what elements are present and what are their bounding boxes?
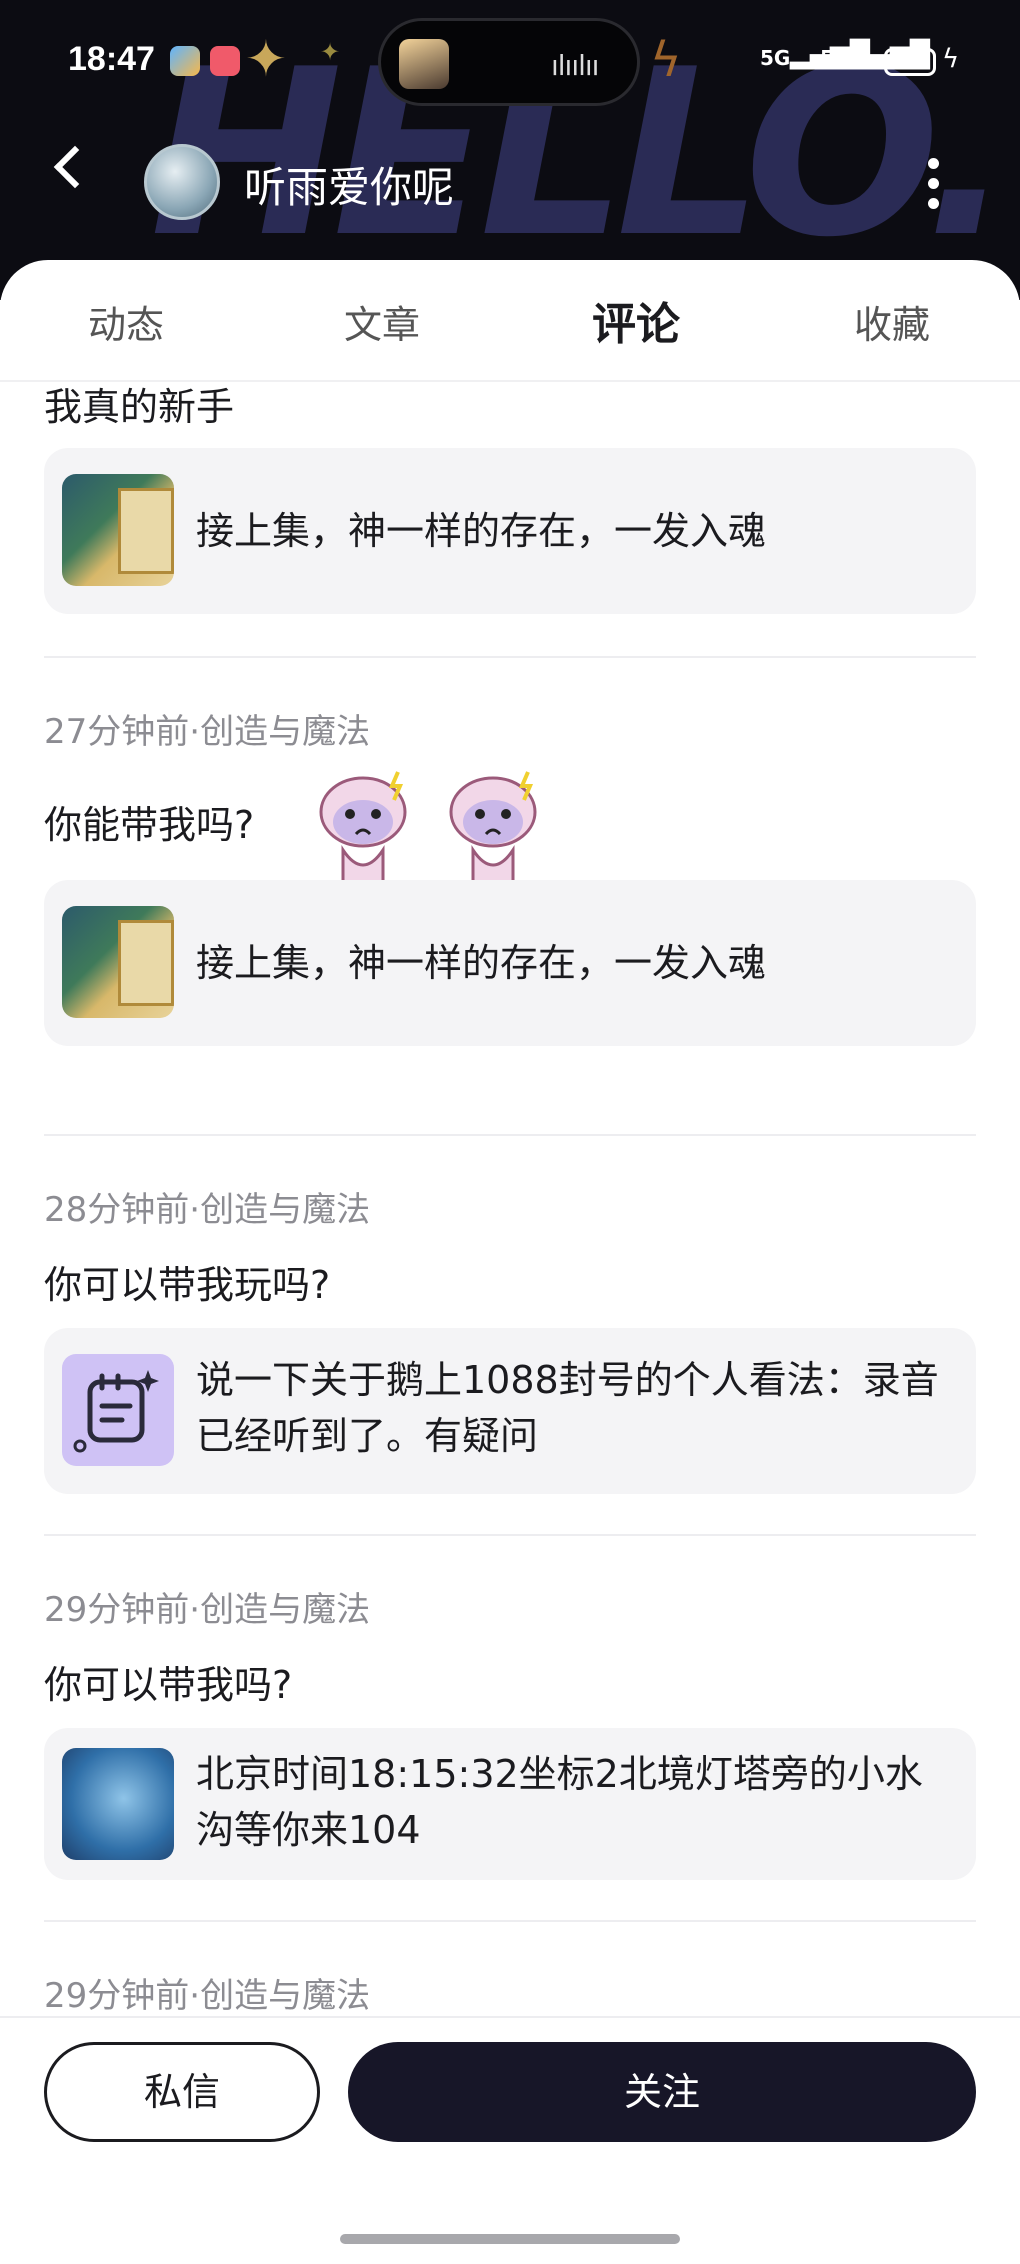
post-thumbnail — [62, 1748, 174, 1860]
post-thumbnail — [62, 474, 174, 586]
username: 听雨爱你呢 — [244, 163, 455, 212]
comment-text: 你可以带我吗? — [44, 1663, 293, 1707]
comment-meta: 28分钟前·创造与魔法 — [44, 1190, 371, 1230]
dynamic-island[interactable]: ılıılıı — [378, 18, 640, 106]
post-thumbnail — [62, 906, 174, 1018]
comment-feed[interactable]: 我真的新手 接上集，神一样的存在，一发入魂 27分钟前·创造与魔法 你能带我吗? — [0, 382, 1020, 2020]
comment-text: 你可以带我玩吗? — [44, 1263, 331, 1307]
tab-favorites[interactable]: 收藏 — [854, 294, 930, 349]
tab-dynamics[interactable]: 动态 — [88, 294, 164, 349]
avatar[interactable] — [144, 144, 220, 220]
profile-header: HELLO. 18:47 ✦ ✦ ılıılıı ϟ 5G ▂▄▆█ 5G ▂▄… — [0, 0, 1020, 300]
signal-5g-icon-2: 5G — [820, 46, 851, 70]
lightning-icon: ϟ — [650, 32, 682, 88]
divider — [44, 656, 976, 658]
note-icon — [62, 1354, 174, 1466]
charging-icon: ϟ — [942, 44, 960, 74]
tab-articles[interactable]: 文章 — [344, 294, 420, 349]
status-bar: 18:47 ✦ ✦ ılıılıı ϟ 5G ▂▄▆█ 5G ▂▄▆█ 19 ϟ — [0, 0, 1020, 120]
content-panel: 动态 文章 评论 收藏 我真的新手 接上集，神一样的存在，一发入魂 27分钟前·… — [0, 260, 1020, 2264]
comment-meta: 27分钟前·创造与魔法 — [44, 712, 371, 752]
more-options-icon[interactable] — [928, 158, 940, 218]
signal-5g-icon: 5G — [760, 46, 791, 70]
post-title: 接上集，神一样的存在，一发入魂 — [196, 509, 767, 553]
follow-button[interactable]: 关注 — [348, 2042, 976, 2142]
post-title: 北京时间18:15:32坐标2北境灯塔旁的小水沟等你来104 — [196, 1752, 923, 1852]
sparkle-small-icon: ✦ — [320, 38, 341, 66]
divider — [44, 1134, 976, 1136]
audio-wave-icon: ılıılıı — [551, 49, 599, 82]
comment-text: 我真的新手 — [44, 385, 235, 429]
linked-post-card[interactable]: 接上集，神一样的存在，一发入魂 — [44, 448, 976, 614]
private-message-button[interactable]: 私信 — [44, 2042, 320, 2142]
post-title: 说一下关于鹅上1088封号的个人看法：录音已经听到了。有疑问 — [196, 1358, 939, 1458]
sticker-axolotl — [449, 771, 537, 884]
divider — [44, 1920, 976, 1922]
sparkle-icon: ✦ — [245, 30, 287, 88]
linked-post-card[interactable]: 北京时间18:15:32坐标2北境灯塔旁的小水沟等你来104 — [44, 1728, 976, 1880]
linked-post-card[interactable]: 接上集，神一样的存在，一发入魂 — [44, 880, 976, 1046]
post-title: 接上集，神一样的存在，一发入魂 — [196, 941, 767, 985]
weather-app-icon — [170, 46, 200, 76]
notification-app-icon — [210, 46, 240, 76]
comment-meta: 29分钟前·创造与魔法 — [44, 1976, 371, 2016]
tab-comments[interactable]: 评论 — [584, 288, 688, 352]
sticker-group — [308, 762, 568, 892]
battery-icon: 19 — [884, 48, 936, 76]
tab-comments-label: 评论 — [592, 299, 680, 350]
linked-post-card[interactable]: 说一下关于鹅上1088封号的个人看法：录音已经听到了。有疑问 — [44, 1328, 976, 1494]
sticker-axolotl — [319, 771, 407, 884]
profile-tabs: 动态 文章 评论 收藏 — [0, 260, 1020, 382]
back-arrow-icon[interactable] — [53, 145, 97, 189]
status-time: 18:47 — [68, 40, 155, 78]
bottom-action-bar: 私信 关注 — [0, 2016, 1020, 2264]
comment-meta: 29分钟前·创造与魔法 — [44, 1590, 371, 1630]
divider — [44, 1534, 976, 1536]
media-thumbnail — [399, 39, 449, 89]
home-indicator[interactable] — [340, 2234, 680, 2244]
comment-text: 你能带我吗? — [44, 803, 255, 847]
